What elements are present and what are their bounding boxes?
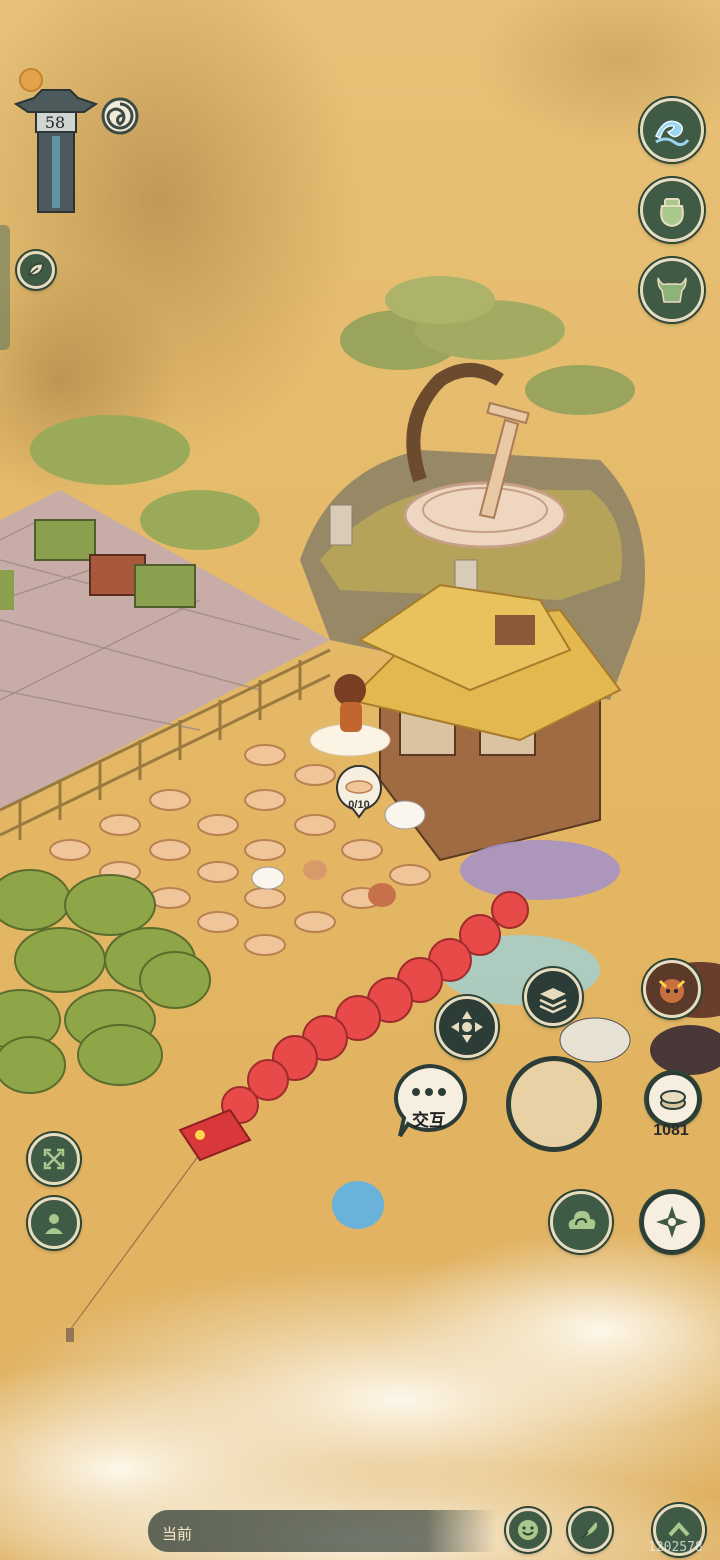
- speech-bubble-icon: [394, 1063, 467, 1138]
- weather-button[interactable]: [550, 1191, 612, 1253]
- water-spirit: [332, 1181, 384, 1229]
- smile-icon: [518, 1520, 538, 1540]
- storage-crate: [134, 564, 196, 608]
- action-joystick[interactable]: [506, 1056, 602, 1152]
- goose: [384, 800, 426, 830]
- coin-amount: 1081: [653, 1122, 689, 1139]
- egg-count-text: 0/10: [348, 799, 370, 811]
- companion-portrait-button[interactable]: [643, 960, 701, 1018]
- goose: [251, 866, 285, 890]
- leaf-icon: [28, 263, 44, 276]
- direction-pad-icon: [451, 1011, 483, 1043]
- compass-button[interactable]: [641, 1191, 703, 1253]
- leaf-button[interactable]: [17, 251, 55, 289]
- ox-head-icon: [657, 277, 687, 303]
- storage-crate: [34, 519, 96, 561]
- wisteria-tree: [460, 840, 620, 900]
- character-button[interactable]: [28, 1197, 80, 1249]
- zebra-deer: [559, 1017, 631, 1063]
- water-skill-button[interactable]: [640, 98, 704, 162]
- pine-foliage: [525, 365, 635, 415]
- expand-icon: [43, 1148, 65, 1170]
- level-number: 58: [44, 113, 66, 132]
- stone-lantern: [329, 504, 353, 546]
- quill-icon: [581, 1522, 598, 1539]
- tree-foliage: [30, 415, 190, 485]
- player-id-text: 1202578: [648, 1540, 703, 1555]
- side-drawer-tab[interactable]: [0, 225, 10, 350]
- ox-spirit-button[interactable]: [640, 258, 704, 322]
- bottom-status-bar[interactable]: [148, 1510, 496, 1552]
- spiral-icon: [101, 97, 139, 135]
- egg-counter-bubble[interactable]: 0/10: [334, 764, 384, 821]
- hen: [368, 883, 396, 907]
- level-indicator[interactable]: 58: [14, 68, 98, 218]
- pot-icon: [660, 198, 684, 228]
- emote-button[interactable]: [506, 1508, 550, 1552]
- fullscreen-button[interactable]: [28, 1133, 80, 1185]
- currency-display[interactable]: 1081: [640, 1072, 706, 1144]
- build-menu-button[interactable]: [524, 968, 582, 1026]
- hen: [303, 860, 327, 880]
- interact-button[interactable]: 交互: [386, 1060, 472, 1146]
- compass-icon: [656, 1206, 688, 1238]
- level-pillar-icon: [14, 89, 98, 213]
- current-label: 当前: [162, 1526, 193, 1543]
- coins-button[interactable]: [646, 1072, 700, 1126]
- interact-label: 交互: [412, 1111, 446, 1130]
- pine-foliage: [385, 276, 495, 324]
- nest-egg-icon: [336, 764, 382, 819]
- player-character: [334, 674, 366, 706]
- cloud-swirl-icon: [568, 1211, 596, 1229]
- stacked-boxes-icon: [539, 988, 567, 1014]
- beast-face-icon: [658, 979, 686, 1003]
- tree-foliage: [140, 490, 260, 550]
- person-icon: [45, 1214, 63, 1234]
- portal-button[interactable]: [100, 96, 140, 136]
- edit-button[interactable]: [568, 1508, 612, 1552]
- cauldron-button[interactable]: [640, 178, 704, 242]
- move-joystick-button[interactable]: [436, 996, 498, 1058]
- coins-icon: [660, 1090, 686, 1110]
- wave-icon: [655, 120, 690, 147]
- storage-crate: [0, 570, 14, 610]
